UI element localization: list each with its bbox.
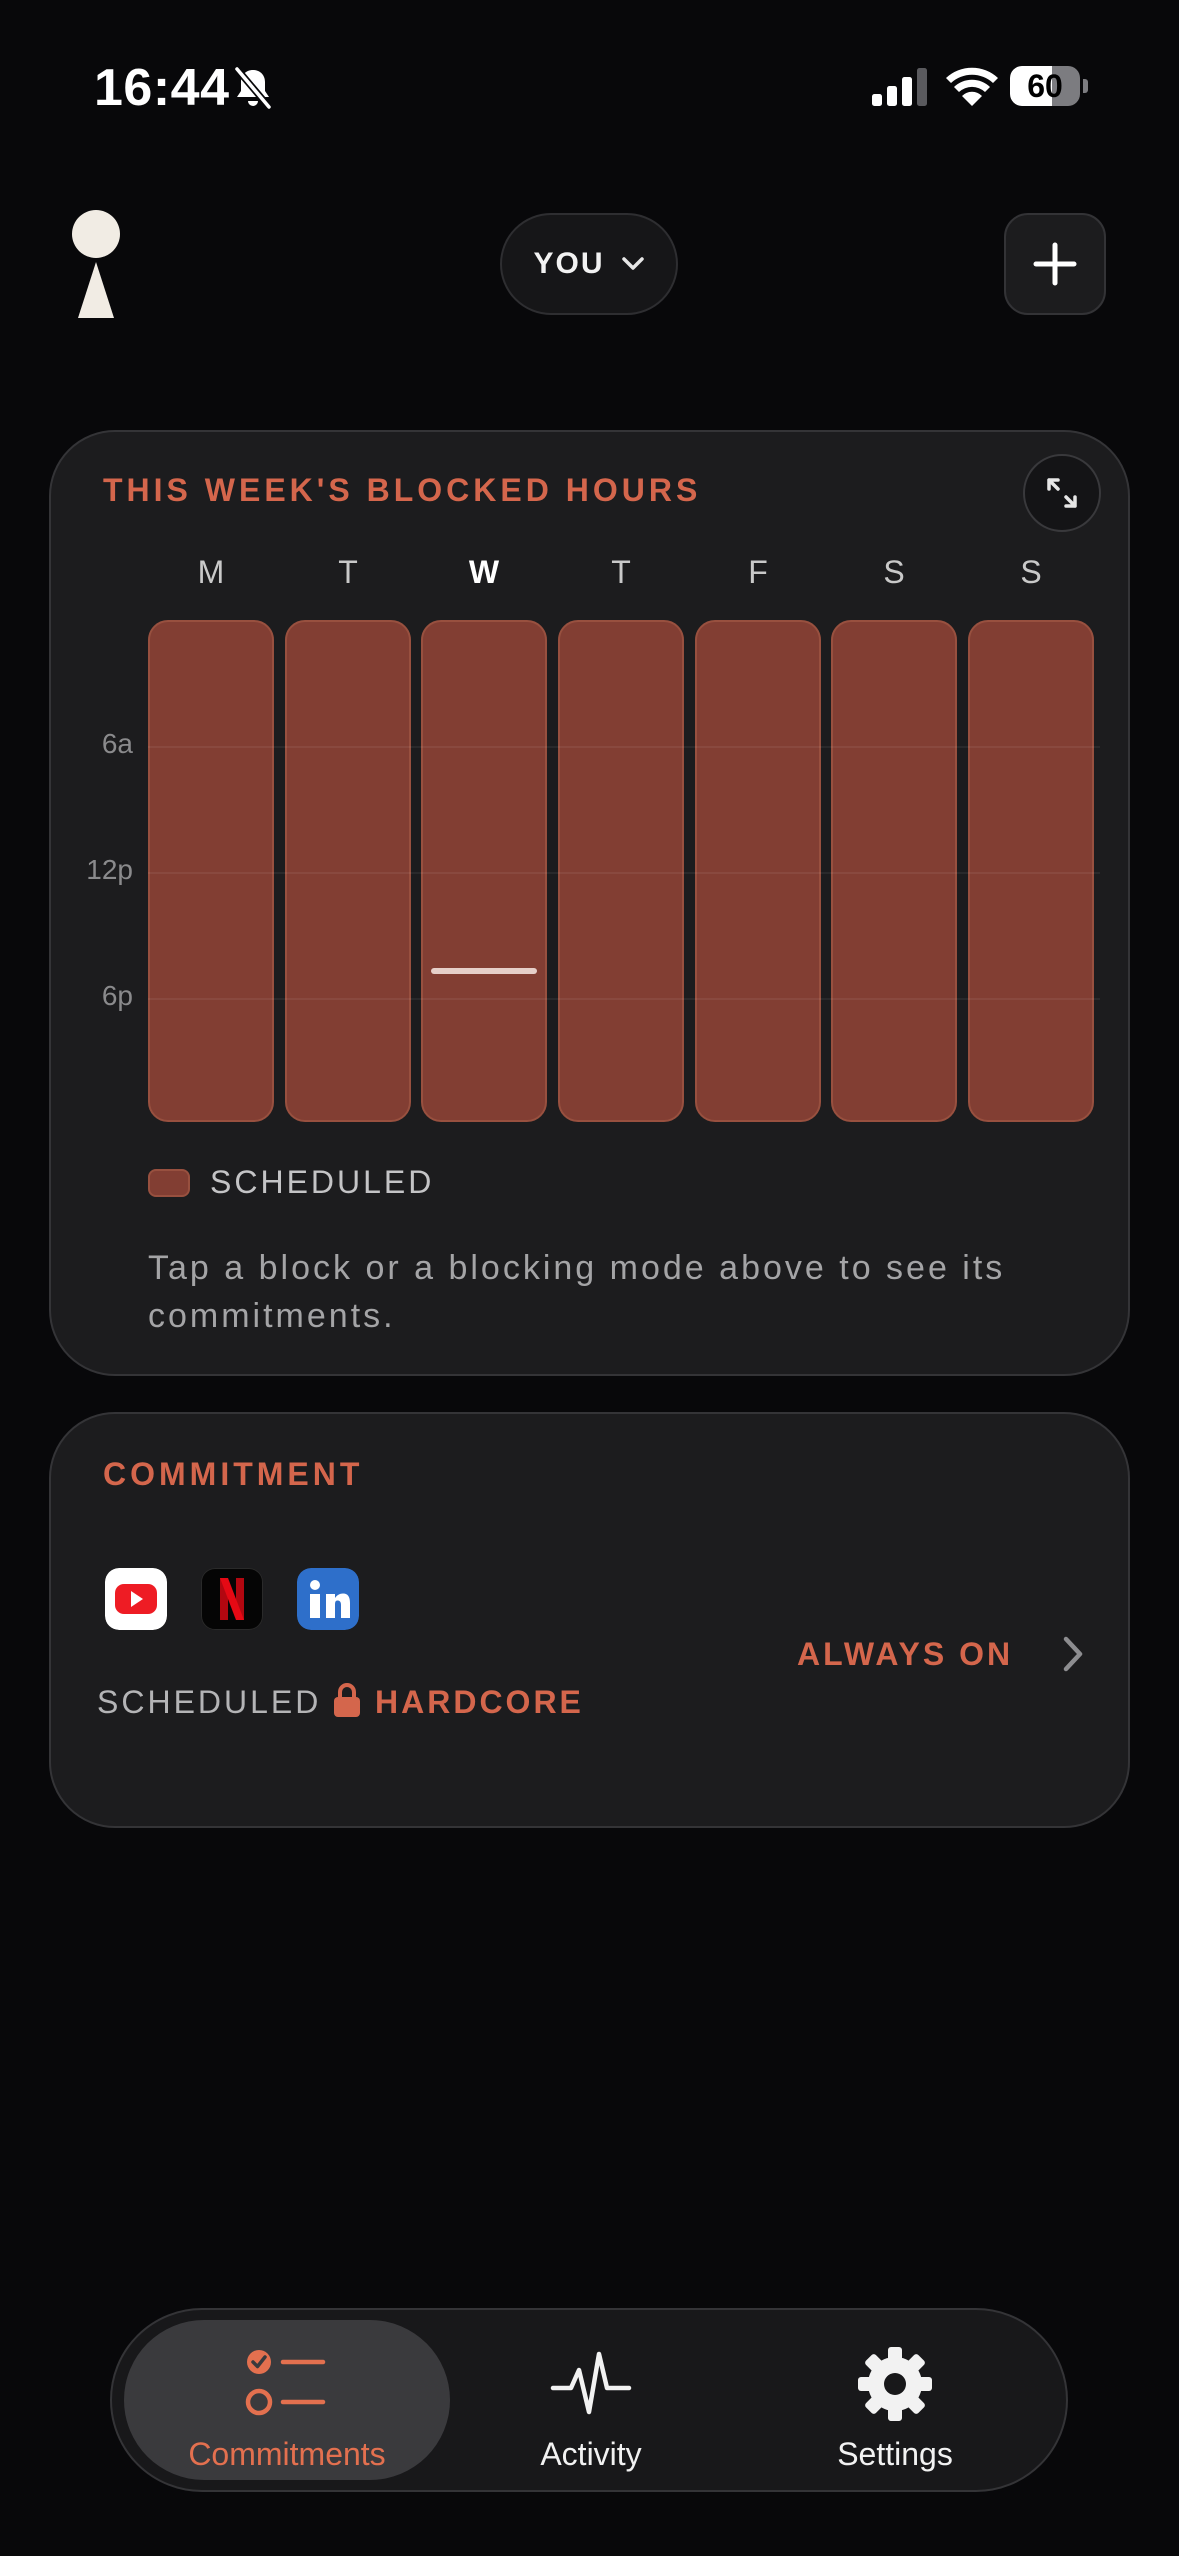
weekly-card-title: THIS WEEK'S BLOCKED HOURS [103, 472, 702, 508]
user-selector-label: YOU [533, 247, 605, 280]
day-label-monday: M [197, 554, 225, 590]
strictness-label: HARDCORE [375, 1684, 584, 1720]
grid-line-6a [148, 746, 1100, 748]
day-label-thursday: T [611, 554, 631, 590]
hour-label-6a: 6a [101, 728, 133, 759]
current-time-marker [431, 968, 537, 974]
legend-swatch-scheduled [148, 1168, 190, 1197]
grid-line-12p [148, 872, 1100, 874]
bottom-tab-bar: Commitments Activity Settings [110, 2308, 1068, 2492]
status-bar: 16:44 60 [0, 0, 1179, 175]
linkedin-icon [297, 1568, 359, 1630]
lock-icon [334, 1683, 360, 1717]
tab-activity[interactable]: Activity [428, 2320, 754, 2480]
wifi-icon [946, 67, 998, 106]
day-label-wednesday: W [468, 554, 500, 590]
gear-icon [858, 2347, 932, 2421]
day-block-tuesday[interactable] [285, 620, 411, 1122]
commitment-card-title: COMMITMENT [103, 1456, 364, 1492]
day-label-sunday: S [1020, 554, 1042, 590]
day-block-monday[interactable] [148, 620, 274, 1122]
day-label-tuesday: T [338, 554, 358, 590]
user-selector-dropdown[interactable]: YOU [500, 213, 678, 315]
battery-level: 60 [1027, 68, 1063, 104]
hour-label-6p: 6p [101, 980, 133, 1011]
tab-label-activity: Activity [540, 2436, 642, 2472]
schedule-status-label[interactable]: ALWAYS ON [797, 1636, 1013, 1673]
netflix-icon [201, 1568, 263, 1630]
grid-line-6p [148, 998, 1100, 1000]
commitment-card[interactable]: COMMITMENT SCHEDULED HARDCORE ALWAYS ON [49, 1412, 1130, 1828]
youtube-icon [105, 1568, 167, 1630]
tab-commitments[interactable]: Commitments [124, 2320, 450, 2480]
day-block-saturday[interactable] [831, 620, 957, 1122]
tab-label-commitments: Commitments [188, 2436, 386, 2472]
tab-label-settings: Settings [837, 2436, 953, 2472]
chevron-down-icon [621, 257, 644, 270]
weekly-blocked-hours-card: THIS WEEK'S BLOCKED HOURS M T W T F S S … [49, 430, 1130, 1376]
keyhole-logo-icon [72, 210, 120, 318]
cellular-signal-icon [872, 68, 927, 106]
tab-settings[interactable]: Settings [732, 2320, 1058, 2480]
day-block-friday[interactable] [695, 620, 821, 1122]
day-label-saturday: S [883, 554, 905, 590]
commitment-mode-label: SCHEDULED [97, 1684, 322, 1720]
hour-label-12p: 12p [86, 854, 133, 885]
day-block-sunday[interactable] [968, 620, 1094, 1122]
day-block-wednesday[interactable] [421, 620, 547, 1122]
day-label-friday: F [748, 554, 768, 590]
checklist-icon [245, 2350, 326, 2416]
bell-slash-icon [234, 66, 272, 110]
plus-icon [1033, 242, 1077, 286]
status-time: 16:44 [94, 59, 230, 117]
chevron-right-icon[interactable] [1059, 1634, 1087, 1674]
battery-indicator: 60 [1010, 66, 1088, 106]
legend-label-scheduled: SCHEDULED [210, 1164, 435, 1200]
chart-hint-text: Tap a block or a blocking mode above to … [148, 1249, 1006, 1335]
chart-legend: SCHEDULED [148, 1164, 434, 1201]
expand-icon [1047, 478, 1077, 508]
pulse-icon [550, 2351, 632, 2415]
add-commitment-button[interactable] [1004, 213, 1106, 315]
day-block-thursday[interactable] [558, 620, 684, 1122]
expand-chart-button[interactable] [1023, 454, 1101, 532]
